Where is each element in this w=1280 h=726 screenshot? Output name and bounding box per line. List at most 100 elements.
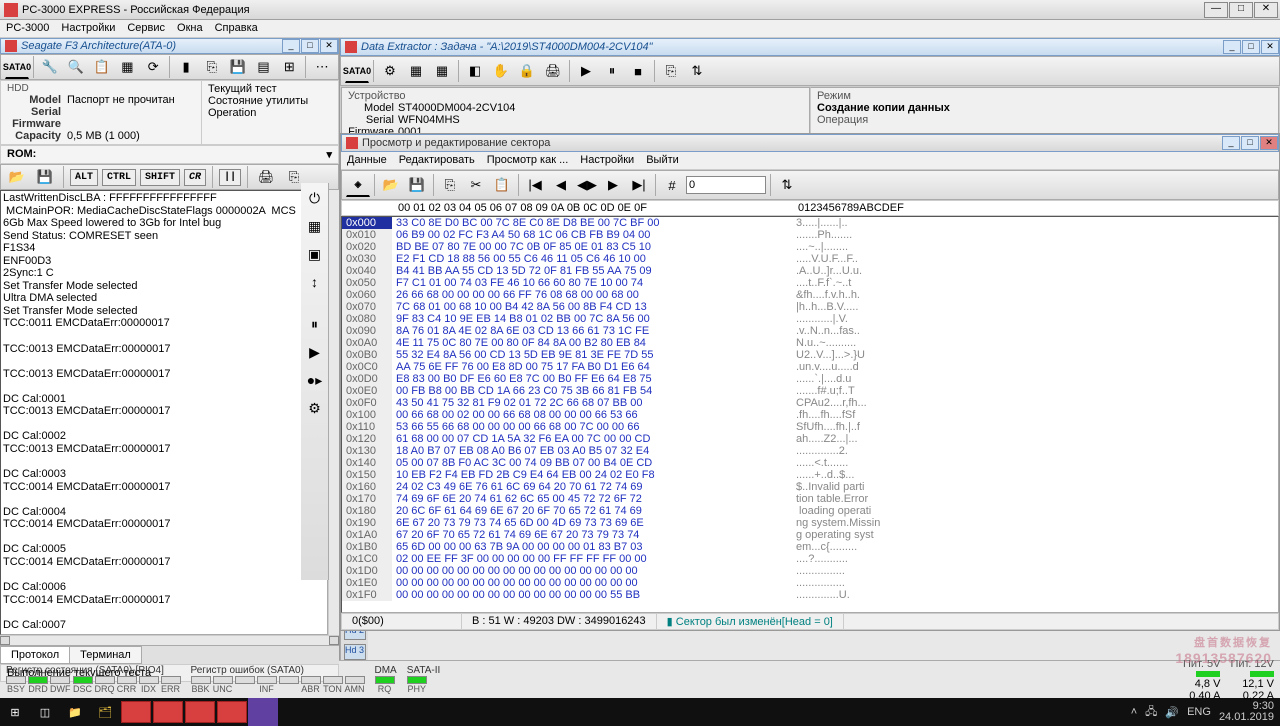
hex-sata-button[interactable]: ◈: [346, 173, 370, 197]
save-icon[interactable]: 💾: [226, 55, 250, 79]
tab-protocol[interactable]: Протокол: [0, 646, 70, 664]
list-icon[interactable]: 📋: [90, 55, 114, 79]
copy3-icon[interactable]: ⎘: [659, 59, 683, 83]
hex-paste-icon[interactable]: 📋: [490, 173, 514, 197]
tray-sound-icon[interactable]: 🔊: [1165, 706, 1179, 719]
tray-lang[interactable]: ENG: [1187, 706, 1211, 718]
hex-row[interactable]: 0x050F7 C1 01 00 74 03 FE 46 10 66 60 80…: [342, 277, 1278, 289]
hex-row[interactable]: 0x040B4 41 BB AA 55 CD 13 5D 72 0F 81 FB…: [342, 265, 1278, 277]
hex-save-icon[interactable]: 💾: [405, 173, 429, 197]
hex-row[interactable]: 0x14005 00 07 8B F0 AC 3C 00 74 09 BB 07…: [342, 457, 1278, 469]
hex-menu-exit[interactable]: Выйти: [646, 154, 679, 167]
hex-min-button[interactable]: _: [1222, 136, 1240, 150]
lt-chip-icon[interactable]: ▣: [304, 243, 326, 265]
menu-pc3000[interactable]: PC-3000: [6, 22, 49, 35]
tray-up-icon[interactable]: ˄: [1131, 706, 1137, 718]
hex2-icon[interactable]: ▦: [430, 59, 454, 83]
cr-button[interactable]: CR: [184, 169, 206, 186]
sata0-button-r[interactable]: SATA0: [345, 59, 369, 83]
lt-gear-icon[interactable]: ⚙: [304, 397, 326, 419]
hex-row[interactable]: 0x1B065 6D 00 00 00 63 7B 9A 00 00 00 00…: [342, 541, 1278, 553]
menu-icon[interactable]: ⋯: [310, 55, 334, 79]
left-max-button[interactable]: □: [301, 39, 319, 53]
hex-row[interactable]: 0x11053 66 55 66 68 00 00 00 00 66 68 00…: [342, 421, 1278, 433]
hex-row[interactable]: 0x0C0AA 75 6E FF 76 00 E8 8D 00 75 17 FA…: [342, 361, 1278, 373]
explorer-icon[interactable]: 📁: [60, 698, 90, 726]
hex-row[interactable]: 0x0908A 76 01 8A 4E 02 8A 6E 03 CD 13 66…: [342, 325, 1278, 337]
hand-icon[interactable]: ✋: [489, 59, 513, 83]
hex-close-button[interactable]: ✕: [1260, 136, 1278, 150]
hex-row[interactable]: 0x06026 66 68 00 00 00 00 66 FF 76 08 68…: [342, 289, 1278, 301]
taskview-button[interactable]: ◫: [30, 698, 60, 726]
hex-row[interactable]: 0x12061 68 00 00 07 CD 1A 5A 32 F6 EA 00…: [342, 433, 1278, 445]
copy-icon[interactable]: ⎘: [200, 55, 224, 79]
sliders-icon[interactable]: ⇅: [685, 59, 709, 83]
hex-first-icon[interactable]: |◀: [523, 173, 547, 197]
hex-goto-input[interactable]: [686, 176, 766, 194]
lt-pause-icon[interactable]: ⏸: [304, 313, 326, 335]
hex-last-icon[interactable]: ▶|: [627, 173, 651, 197]
hex-icon[interactable]: ▦: [404, 59, 428, 83]
lt-probe-icon[interactable]: ↕: [304, 271, 326, 293]
maximize-button[interactable]: □: [1229, 2, 1253, 18]
hex-menu-data[interactable]: Данные: [347, 154, 387, 167]
minimize-button[interactable]: —: [1204, 2, 1228, 18]
right-close-button[interactable]: ✕: [1261, 40, 1279, 54]
hex-sliders-icon[interactable]: ⇅: [775, 173, 799, 197]
hex-row[interactable]: 0x020BD BE 07 80 7E 00 00 7C 0B 0F 85 0E…: [342, 241, 1278, 253]
lt-grid-icon[interactable]: ▦: [304, 215, 326, 237]
lt-record-icon[interactable]: ●▸: [304, 369, 326, 391]
search-icon[interactable]: 🔍: [64, 55, 88, 79]
log-open-icon[interactable]: 📂: [5, 165, 29, 189]
close-button[interactable]: ✕: [1254, 2, 1278, 18]
stop-icon[interactable]: ■: [626, 59, 650, 83]
hex-row[interactable]: 0x18020 6C 6F 61 64 69 6E 67 20 6F 70 65…: [342, 505, 1278, 517]
gear-icon[interactable]: ⚙: [378, 59, 402, 83]
log-save-icon[interactable]: 💾: [33, 165, 57, 189]
sata0-button[interactable]: SATA0: [5, 55, 29, 79]
log-area[interactable]: LastWrittenDiscLBA : FFFFFFFFFFFFFFFF MC…: [0, 190, 328, 635]
log-scrollbar-h[interactable]: [0, 635, 339, 645]
hex-prev-icon[interactable]: ◀: [549, 173, 573, 197]
hex-row[interactable]: 0x0B055 32 E4 8A 56 00 CD 13 5D EB 9E 81…: [342, 349, 1278, 361]
hex-row[interactable]: 0x01006 B9 00 02 FC F3 A4 50 68 1C 06 CB…: [342, 229, 1278, 241]
print-icon[interactable]: 🖨: [254, 165, 278, 189]
left-close-button[interactable]: ✕: [320, 39, 338, 53]
play-icon[interactable]: ▶: [574, 59, 598, 83]
hd3-button[interactable]: Hd 3: [344, 644, 366, 660]
hex-row[interactable]: 0x0E000 FB B8 00 BB CD 1A 66 23 C0 75 3B…: [342, 385, 1278, 397]
grid2-icon[interactable]: ⊞: [277, 55, 301, 79]
hex-row[interactable]: 0x1E000 00 00 00 00 00 00 00 00 00 00 00…: [342, 577, 1278, 589]
hex-row[interactable]: 0x1C002 00 EE FF 3F 00 00 00 00 00 FF FF…: [342, 553, 1278, 565]
hex-row[interactable]: 0x1906E 67 20 73 79 73 74 65 6D 00 4D 69…: [342, 517, 1278, 529]
hex-row[interactable]: 0x1F000 00 00 00 00 00 00 00 00 00 00 00…: [342, 589, 1278, 601]
hex-menu-view[interactable]: Просмотр как ...: [487, 154, 569, 167]
hex-row[interactable]: 0x13018 A0 B7 07 EB 08 A0 B6 07 EB 03 A0…: [342, 445, 1278, 457]
menu-service[interactable]: Сервис: [127, 22, 165, 35]
hex-row[interactable]: 0x16024 02 C3 49 6E 76 61 6C 69 64 20 70…: [342, 481, 1278, 493]
hex-next-icon[interactable]: ▶: [601, 173, 625, 197]
left-min-button[interactable]: _: [282, 39, 300, 53]
folder-icon[interactable]: 🗂: [90, 698, 120, 726]
lt-play-icon[interactable]: ▶: [304, 341, 326, 363]
print2-icon[interactable]: 🖨: [541, 59, 565, 83]
hex-row[interactable]: 0x00033 C0 8E D0 BC 00 7C 8E C0 8E D8 BE…: [342, 217, 1278, 229]
hex-row[interactable]: 0x0707C 68 01 00 68 10 00 B4 42 8A 56 00…: [342, 301, 1278, 313]
hex-goto-icon[interactable]: #: [660, 173, 684, 197]
tray-network-icon[interactable]: 🖧: [1145, 703, 1157, 722]
menu-help[interactable]: Справка: [215, 22, 258, 35]
tree-icon[interactable]: ◧: [463, 59, 487, 83]
grid-icon[interactable]: ▦: [115, 55, 139, 79]
hex-max-button[interactable]: □: [1241, 136, 1259, 150]
hex-cut-icon[interactable]: ✂: [464, 173, 488, 197]
pause-icon[interactable]: ⏸: [600, 59, 624, 83]
tab-terminal[interactable]: Терминал: [69, 646, 142, 664]
hex-row[interactable]: 0x17074 69 6F 6E 20 74 61 62 6C 65 00 45…: [342, 493, 1278, 505]
hex-row[interactable]: 0x0A04E 11 75 0C 80 7E 00 80 0F 84 8A 00…: [342, 337, 1278, 349]
hex-open-icon[interactable]: 📂: [379, 173, 403, 197]
hex-playprev-icon[interactable]: ◀▶: [575, 173, 599, 197]
task-other[interactable]: [248, 698, 278, 726]
hex-row[interactable]: 0x030E2 F1 CD 18 88 56 00 55 C6 46 11 05…: [342, 253, 1278, 265]
menu-windows[interactable]: Окна: [177, 22, 203, 35]
shift-button[interactable]: SHIFT: [140, 169, 180, 186]
